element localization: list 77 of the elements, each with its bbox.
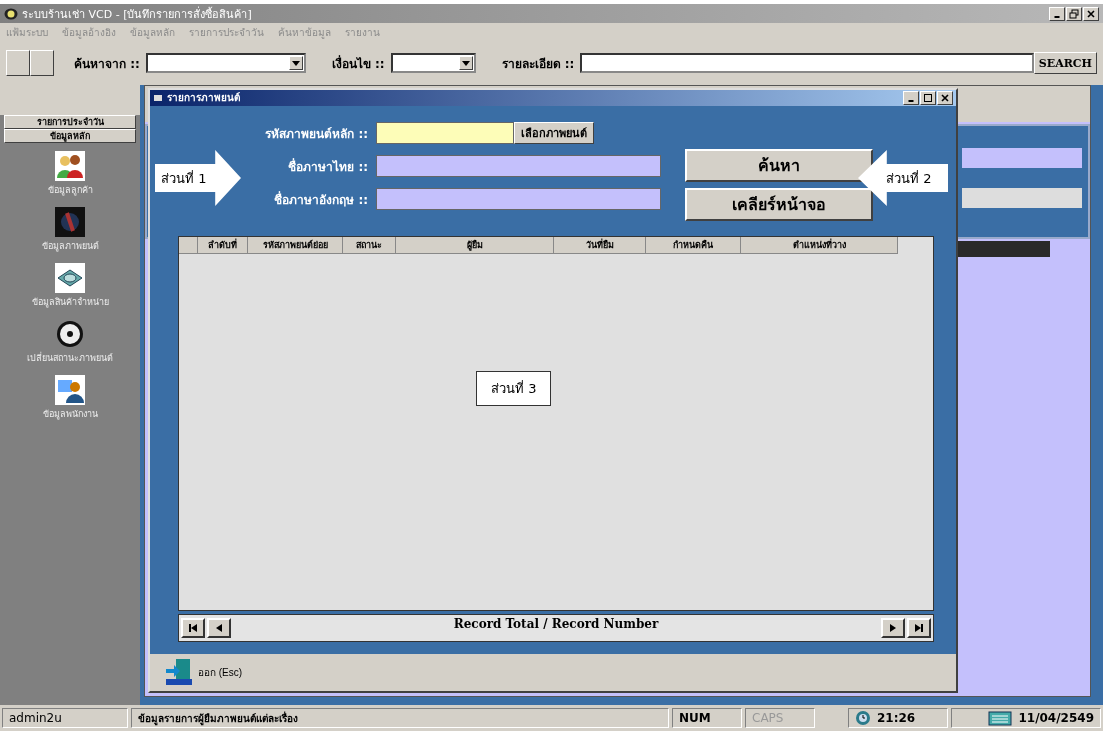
select-movie-button[interactable]: เลือกภาพยนต์ [514,122,594,145]
first-record-button[interactable] [181,617,205,638]
sidebar-item[interactable]: ข้อมูลภาพยนต์ [41,239,99,253]
text-field[interactable] [962,148,1082,168]
dialog-title: รายการภาพยนต์ [167,91,240,106]
column-header[interactable]: กำหนดคืน [646,236,741,254]
maximize-button[interactable] [920,90,936,105]
sidebar-item[interactable]: ข้อมูลสินค้าจำหน่าย [31,295,109,309]
maximize-icon [923,92,933,103]
callout-label: ส่วนที่ 3 [476,371,552,406]
status-date: 11/04/2549 [1018,711,1094,725]
key-indicator: CAPS [745,708,815,728]
field-label: ชื่อภาษาไทย :: [287,157,369,176]
toolbar-button[interactable] [30,50,54,76]
name-field[interactable] [376,155,661,178]
condition-dropdown[interactable] [390,53,476,73]
field-label: รหัสภาพยนต์หลัก :: [264,125,369,143]
window-icon [153,92,163,103]
last-record-icon [913,621,925,634]
status-time: 21:26 [877,711,916,725]
column-header[interactable]: ลำดับที่ [198,236,248,254]
row-header-cell [179,236,198,254]
close-button[interactable] [1083,6,1099,21]
search-from-dropdown[interactable] [145,53,306,73]
column-header[interactable]: ผู้ยืม [396,236,554,254]
callout-label: ส่วนที่ 1 [155,150,241,206]
minimize-button[interactable] [1049,6,1065,21]
detail-label: รายละเอียด :: [501,55,575,73]
clock-icon [855,710,871,726]
calendar-icon [988,710,1013,726]
sidebar-tab[interactable]: รายการประจำวัน [4,115,136,129]
search-button[interactable]: SEARCH [1033,52,1097,74]
window-title: ระบบร้านเช่า VCD - [บันทึกรายการสั่งซื้อสินค้า] [22,5,252,23]
search-from-label: ค้นหาจาก :: [74,55,140,73]
sidebar-tab[interactable]: ข้อมูลหลัก [4,129,136,143]
column-header[interactable]: รหัสภาพยนต์ย่อย [248,236,343,254]
dropdown-arrow-icon [461,60,470,66]
sidebar-item[interactable]: ข้อมูลลูกค้า [47,183,93,197]
column-header[interactable]: สถานะ [343,236,396,254]
status-message: ข้อมูลรายการผู้ยืมภาพยนต์แต่ละเรื่อง [131,708,669,728]
sidebar-item[interactable]: ข้อมูลพนักงาน [42,407,98,421]
key-indicator: NUM [672,708,742,728]
name-field[interactable] [376,188,661,211]
person-computer-icon[interactable] [55,375,85,405]
exit-door-icon[interactable] [164,657,194,688]
action-button[interactable]: เคลียร์หน้าจอ [685,187,873,221]
close-button[interactable] [937,90,953,105]
minimize-button[interactable] [903,90,919,105]
first-record-icon [187,621,199,634]
last-record-button[interactable] [907,617,931,638]
text-field[interactable] [962,188,1082,208]
app-icon [4,6,18,21]
toolbar-button[interactable] [6,50,30,76]
people-icon[interactable] [55,151,85,181]
status-user: admin2u [2,708,128,728]
restore-button[interactable] [1066,6,1082,21]
sidebar-item[interactable]: เปลี่ยนสถานะภาพยนต์ [27,351,113,365]
dropdown-arrow-icon [291,60,300,66]
restore-icon [1069,8,1079,19]
exit-button[interactable]: ออก (Esc) [198,664,243,680]
disc-tray-icon[interactable] [55,263,85,293]
column-header[interactable]: วันที่ยืม [554,236,646,254]
minimize-icon [1054,15,1060,18]
condition-label: เงื่อนไข :: [331,54,385,73]
previous-record-button[interactable] [207,617,231,638]
field-label: ชื่อภาษาอังกฤษ :: [273,190,369,209]
action-button[interactable]: ค้นหา [685,148,873,182]
record-status: Record Total / Record Number [452,615,660,631]
column-header[interactable]: ตำแหน่งที่วาง [741,236,898,254]
next-record-button[interactable] [881,617,905,638]
close-icon [940,92,950,103]
code-field[interactable] [376,122,514,145]
minimize-icon [908,99,914,102]
detail-field[interactable] [580,53,1034,73]
disc-icon[interactable] [55,319,85,349]
close-icon [1086,8,1096,19]
film-icon[interactable] [55,207,85,237]
